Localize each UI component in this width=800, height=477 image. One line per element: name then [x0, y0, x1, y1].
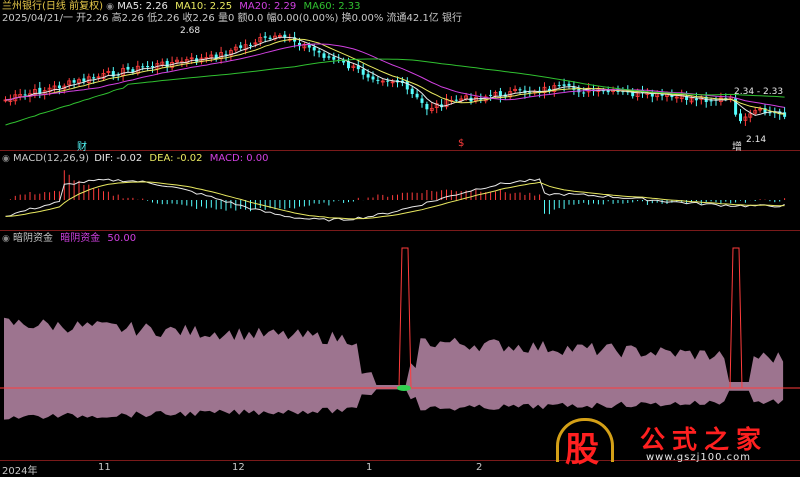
- candle-body: [307, 44, 311, 48]
- candle-body: [410, 88, 414, 95]
- candle-body: [739, 113, 742, 122]
- watermark-logo-text: 股: [565, 430, 599, 470]
- candle-body: [518, 89, 522, 91]
- candle-body: [268, 37, 272, 39]
- ma10-line: [5, 38, 785, 115]
- candle-body: [317, 50, 321, 53]
- candle-body: [557, 85, 561, 87]
- candle-body: [366, 74, 370, 78]
- fund-signal-dot: [397, 385, 411, 391]
- candle-body: [376, 79, 380, 81]
- x-axis-label-2024: 2024年: [2, 466, 38, 477]
- candle-body: [405, 81, 409, 90]
- candle-body: [425, 103, 429, 110]
- candle-body: [72, 80, 76, 83]
- dea-line: [5, 181, 785, 220]
- candle-body: [92, 77, 96, 79]
- event-mark-increase[interactable]: 增: [732, 138, 742, 153]
- event-mark-finance[interactable]: 财: [77, 138, 87, 153]
- candle-body: [709, 100, 713, 102]
- candle-body: [126, 66, 130, 70]
- x-axis-label-12: 12: [232, 462, 245, 473]
- chart-canvas[interactable]: [0, 0, 800, 474]
- candle-body: [386, 80, 390, 82]
- candle-body: [577, 88, 581, 93]
- candle-body: [322, 53, 326, 58]
- candle-body: [694, 98, 698, 101]
- x-axis-label-1: 1: [366, 462, 373, 473]
- watermark-url: www.gszj100.com: [646, 452, 752, 463]
- candle-body: [151, 66, 154, 68]
- candle-body: [454, 99, 458, 101]
- candle-body: [489, 94, 493, 96]
- candle-body: [57, 85, 61, 89]
- candle-body: [420, 98, 424, 103]
- watermark-logo: 股: [556, 418, 614, 470]
- x-axis-label-2: 2: [476, 462, 483, 473]
- candle-body: [82, 78, 86, 82]
- candle-body: [567, 83, 571, 86]
- low-price-label: 2.14: [746, 135, 767, 145]
- candle-body: [582, 92, 586, 94]
- candle-body: [332, 56, 336, 60]
- candle-body: [249, 44, 252, 46]
- candle-body: [562, 84, 566, 86]
- candle-body: [371, 76, 375, 80]
- candle-body: [263, 36, 267, 38]
- candle-body: [141, 66, 145, 68]
- candle-body: [239, 45, 243, 48]
- candle-body: [23, 94, 27, 96]
- candle-body: [415, 93, 419, 98]
- high-price-label: 2.68: [180, 26, 201, 36]
- x-axis-label-11: 11: [98, 462, 111, 473]
- recent-high-label: 2.34 - 2.33: [734, 87, 784, 97]
- event-mark-dividend[interactable]: $: [458, 138, 464, 149]
- fund-spike: [398, 247, 412, 389]
- fund-area: [4, 317, 784, 420]
- candle-body: [165, 60, 169, 67]
- candle-body: [146, 65, 150, 68]
- candle-body: [327, 56, 331, 58]
- watermark-site-name: 公式之家: [640, 425, 769, 454]
- candle-body: [361, 69, 365, 75]
- fund-spike: [729, 247, 743, 389]
- candle-body: [312, 47, 316, 51]
